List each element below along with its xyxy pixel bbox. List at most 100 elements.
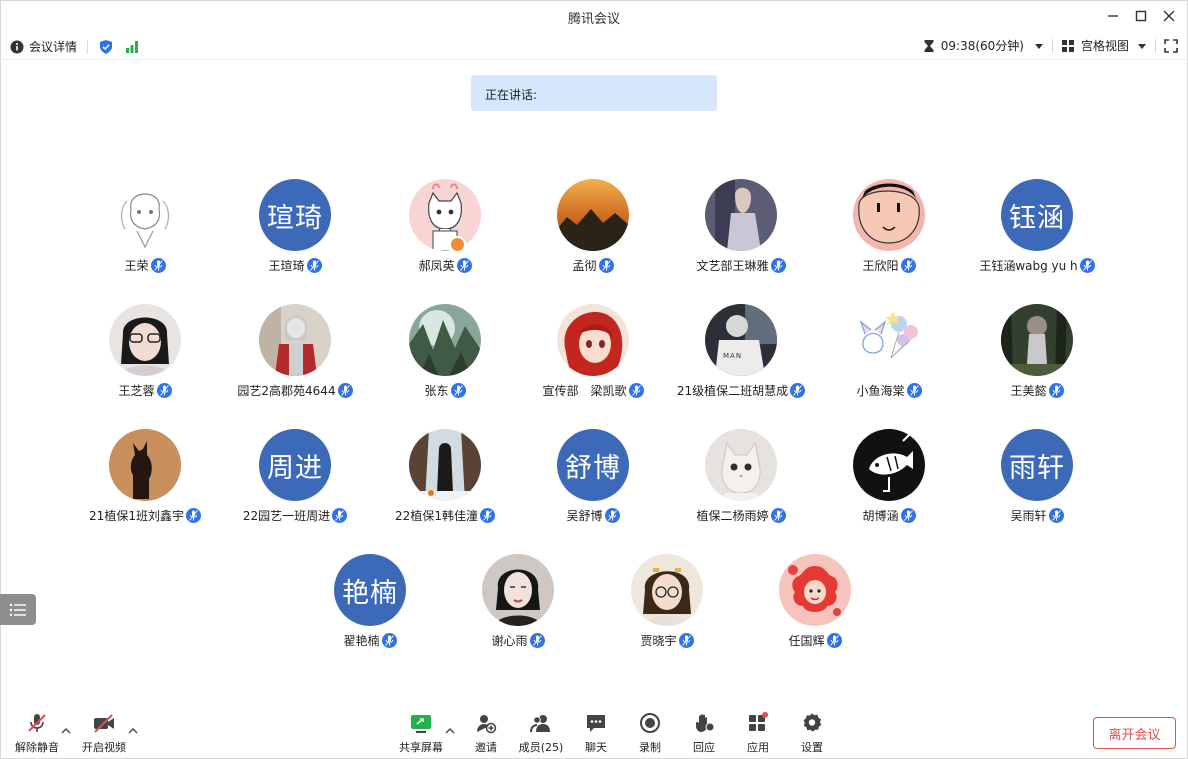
- participant-tile[interactable]: 王芝蓉: [70, 304, 220, 404]
- avatar: [853, 304, 925, 376]
- avatar: [109, 429, 181, 501]
- participant-name: 园艺2高郡苑4644: [237, 384, 336, 398]
- record-button[interactable]: 录制: [622, 710, 678, 755]
- unmute-button[interactable]: 解除静音: [9, 710, 65, 755]
- participant-tile[interactable]: 雨轩 吴雨轩: [962, 429, 1112, 529]
- members-button[interactable]: 成员(25): [513, 710, 569, 755]
- speaking-label: 正在讲话:: [485, 88, 538, 102]
- muted-mic-icon: [150, 258, 166, 273]
- muted-mic-icon: [770, 508, 786, 523]
- muted-mic-icon: [479, 508, 495, 523]
- mic-icon: [793, 385, 803, 396]
- participant-name: 王美懿: [1010, 384, 1047, 398]
- close-button[interactable]: [1159, 6, 1179, 26]
- settings-button[interactable]: 设置: [784, 710, 840, 755]
- title-bar: 腾讯会议: [0, 0, 1188, 32]
- participant-tile[interactable]: 王美懿: [962, 304, 1112, 404]
- timer-label: 09:38(60分钟): [940, 39, 1024, 53]
- participant-name-row: 翟艳楠: [295, 632, 445, 649]
- avatar: 周进: [259, 429, 331, 501]
- participant-tile[interactable]: 22植保1韩佳潼: [370, 429, 520, 529]
- svg-text:MAN: MAN: [723, 352, 742, 360]
- info-icon: [10, 40, 24, 53]
- apps-button[interactable]: 应用: [730, 710, 786, 755]
- participant-list-toggle[interactable]: [0, 594, 36, 625]
- signal-icon[interactable]: [124, 39, 140, 55]
- participant-tile[interactable]: 王欣阳: [814, 179, 964, 279]
- meeting-toolbar: 解除静音 开启视频 共享屏幕 邀请 成员(25) 聊天 录制 回应 应用 设置 …: [0, 700, 1188, 759]
- mic-muted-icon: [28, 714, 46, 732]
- participant-tile[interactable]: 贾晓宇: [592, 554, 742, 654]
- audio-options-caret[interactable]: [61, 726, 71, 736]
- participant-tile[interactable]: 植保二杨雨婷: [666, 429, 816, 529]
- leave-meeting-button[interactable]: 离开会议: [1093, 717, 1176, 749]
- hourglass-icon: [924, 39, 934, 52]
- muted-mic-icon: [306, 258, 322, 273]
- mic-icon: [335, 510, 345, 521]
- avatar: 钰涵: [1001, 179, 1073, 251]
- timer-display[interactable]: 09:38(60分钟): [923, 37, 1044, 54]
- reactions-button[interactable]: 回应: [676, 710, 732, 755]
- participant-tile[interactable]: 谢心雨: [443, 554, 593, 654]
- avatar: [779, 554, 851, 626]
- participant-tile[interactable]: 胡博涵: [814, 429, 964, 529]
- shield-icon[interactable]: [98, 39, 114, 55]
- participant-name: 22园艺一班周进: [242, 509, 331, 523]
- participant-tile[interactable]: 21植保1班刘鑫宇: [70, 429, 220, 529]
- view-mode-selector[interactable]: 宫格视图: [1061, 37, 1147, 54]
- participant-tile[interactable]: 文艺部王琳雅: [666, 179, 816, 279]
- muted-mic-icon: [628, 383, 644, 398]
- invite-button[interactable]: 邀请: [458, 710, 514, 755]
- participant-name: 宣传部 梁凯歌: [542, 384, 627, 398]
- participant-name-row: 园艺2高郡苑4644: [220, 382, 370, 399]
- mic-icon: [607, 510, 617, 521]
- participant-tile[interactable]: 舒博 吴舒博: [518, 429, 668, 529]
- avatar: [482, 554, 554, 626]
- share-options-caret[interactable]: [445, 726, 455, 736]
- unmute-label: 解除静音: [15, 741, 59, 754]
- grid-view-icon: [1061, 39, 1074, 52]
- maximize-button[interactable]: [1131, 6, 1151, 26]
- divider: [87, 39, 89, 54]
- chat-button[interactable]: 聊天: [568, 710, 624, 755]
- participant-name-row: 21植保1班刘鑫宇: [70, 507, 220, 524]
- participant-name-row: 张东: [370, 382, 520, 399]
- mic-icon: [903, 260, 913, 271]
- participant-tile[interactable]: 钰涵王钰涵wabg yu h: [962, 179, 1112, 279]
- mic-icon: [1051, 510, 1061, 521]
- minimize-button[interactable]: [1103, 6, 1123, 26]
- participant-tile[interactable]: 宣传部 梁凯歌: [518, 304, 668, 404]
- participant-tile[interactable]: MAN 21级植保二班胡慧成: [666, 304, 816, 404]
- participant-tile[interactable]: 郝凤英: [370, 179, 520, 279]
- avatar: [1001, 304, 1073, 376]
- participant-tile[interactable]: 孟彻: [518, 179, 668, 279]
- participant-tile[interactable]: 张东: [370, 304, 520, 404]
- participant-tile[interactable]: 任国辉: [740, 554, 890, 654]
- share-screen-button[interactable]: 共享屏幕: [393, 710, 449, 755]
- participant-name-row: 22植保1韩佳潼: [370, 507, 520, 524]
- start-video-button[interactable]: 开启视频: [76, 710, 132, 755]
- video-options-caret[interactable]: [128, 726, 138, 736]
- participant-tile[interactable]: 园艺2高郡苑4644: [220, 304, 370, 404]
- muted-mic-icon: [900, 508, 916, 523]
- muted-mic-icon: [900, 258, 916, 273]
- participant-name-row: 孟彻: [518, 257, 668, 274]
- participant-name: 王欣阳: [862, 259, 899, 273]
- fullscreen-icon[interactable]: [1164, 38, 1178, 53]
- meeting-details-button[interactable]: 会议详情: [10, 38, 77, 55]
- participant-tile[interactable]: 小鱼海棠: [814, 304, 964, 404]
- record-icon: [640, 713, 660, 733]
- avatar: 瑄琦: [259, 179, 331, 251]
- muted-mic-icon: [604, 508, 620, 523]
- participant-name: 王荣: [124, 259, 149, 273]
- mic-icon: [532, 635, 542, 646]
- participant-tile[interactable]: 艳楠 翟艳楠: [295, 554, 445, 654]
- mic-icon: [453, 385, 463, 396]
- participant-tile[interactable]: 瑄琦 王瑄琦: [220, 179, 370, 279]
- avatar: [259, 304, 331, 376]
- avatar: [557, 179, 629, 251]
- mic-icon: [1082, 260, 1092, 271]
- participant-name-row: 王钰涵wabg yu h: [962, 257, 1112, 274]
- participant-tile[interactable]: 王荣: [70, 179, 220, 279]
- participant-tile[interactable]: 周进 22园艺一班周进: [220, 429, 370, 529]
